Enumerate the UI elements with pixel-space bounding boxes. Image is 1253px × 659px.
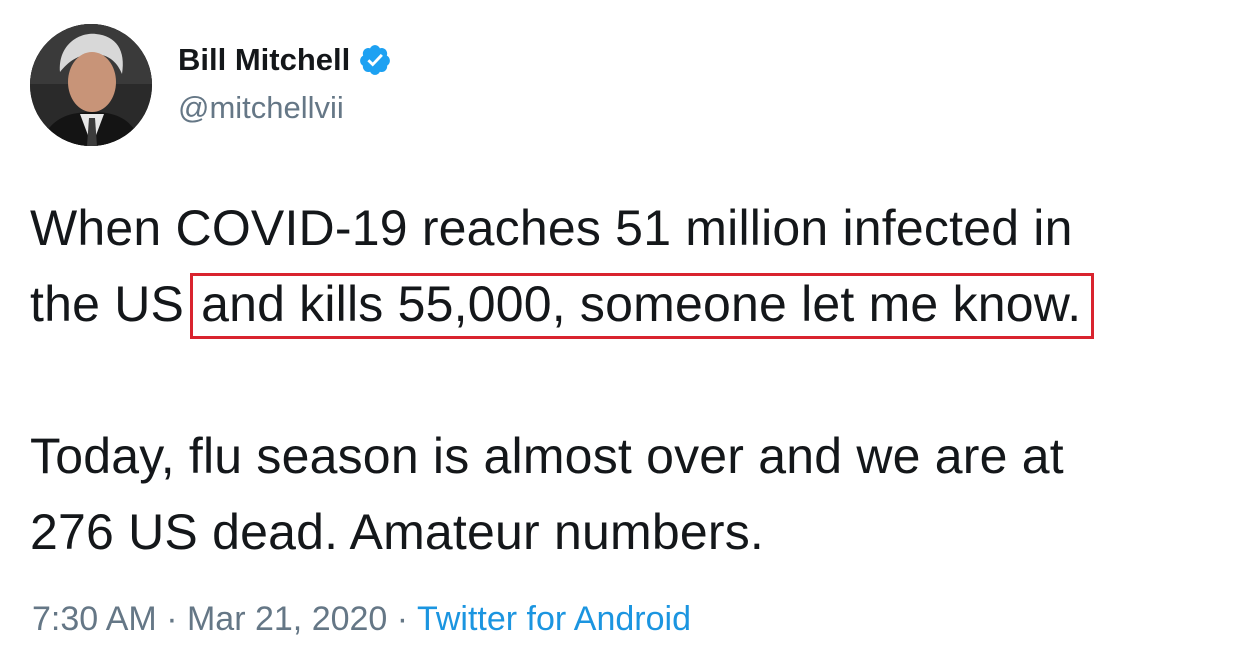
avatar-photo-icon [30,24,152,146]
tweet-source-link[interactable]: Twitter for Android [417,600,691,638]
meta-separator: · [396,600,409,638]
avatar[interactable] [30,24,152,146]
highlight-box: and kills 55,000, someone let me know. [190,273,1095,339]
tweet-body-line: the US and kills 55,000, someone let me k… [30,266,1240,342]
author-display-name[interactable]: Bill Mitchell [178,42,350,78]
tweet-card: Bill Mitchell @mitchellvii When COVID-19… [0,0,1253,659]
tweet-body: When COVID-19 reaches 51 million infecte… [30,190,1240,570]
tweet-date[interactable]: Mar 21, 2020 [187,600,387,638]
meta-separator: · [166,600,178,638]
tweet-meta: 7:30 AM · Mar 21, 2020 · Twitter for And… [32,600,691,639]
tweet-body-line: When COVID-19 reaches 51 million infecte… [30,200,1073,256]
tweet-body-line: 276 US dead. Amateur numbers. [30,504,764,560]
author-name-row: Bill Mitchell [178,40,392,80]
tweet-time[interactable]: 7:30 AM [32,600,157,638]
author-handle[interactable]: @mitchellvii [178,90,344,126]
tweet-body-text: the US [30,276,185,332]
verified-badge-icon [358,43,392,77]
tweet-body-line: Today, flu season is almost over and we … [30,428,1064,484]
